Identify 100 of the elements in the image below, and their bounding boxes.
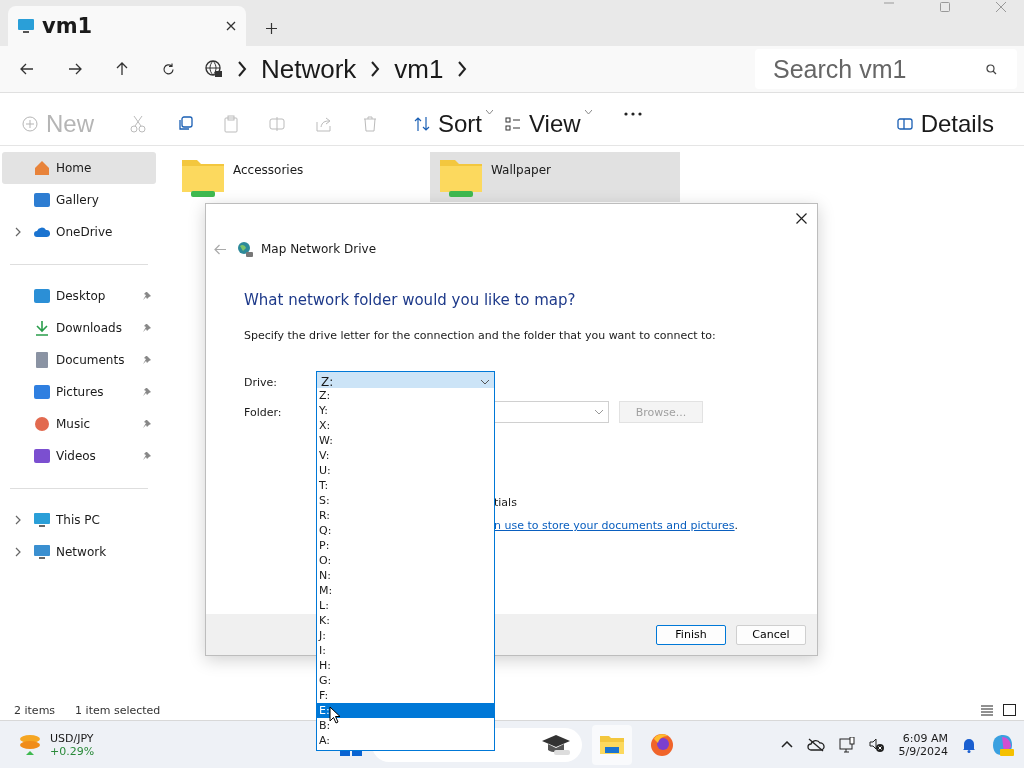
sidebar-item[interactable]: Gallery [2,184,156,216]
drive-option[interactable]: T: [317,478,494,493]
house-icon [34,160,50,176]
drive-option[interactable]: U: [317,463,494,478]
assistant-icon[interactable] [990,732,1014,757]
file-explorer-app[interactable] [592,724,633,765]
dialog-heading: What network folder would you like to map? [244,291,577,309]
sidebar-item[interactable]: Downloads [2,312,156,344]
plus-circle-icon [22,116,38,132]
breadcrumb-item[interactable]: vm1 [394,53,444,85]
forward-arrow-icon[interactable] [68,63,82,75]
folder-tile[interactable]: Accessories [172,152,422,202]
drive-option[interactable]: V: [317,448,494,463]
drive-option[interactable]: N: [317,568,494,583]
chevron-right-icon[interactable] [457,60,468,78]
drive-option[interactable]: B: [317,718,494,733]
desktop-icon [34,288,50,304]
drive-option[interactable]: P: [317,538,494,553]
plus-icon[interactable] [266,23,277,34]
drive-option[interactable]: E: [317,703,494,718]
pin-icon[interactable] [142,323,152,333]
sidebar-item[interactable]: Pictures [2,376,156,408]
dialog-title: Map Network Drive [261,242,377,256]
search-field[interactable]: Search vm1 [755,49,1017,89]
network-drive-icon [237,240,254,258]
folder-tile[interactable]: Wallpaper [430,152,680,202]
fox-globe-icon [650,732,675,757]
drive-option[interactable]: G: [317,673,494,688]
pin-icon[interactable] [142,451,152,461]
finish-button[interactable]: Finish [656,624,726,645]
drive-option[interactable]: J: [317,628,494,643]
up-arrow-icon[interactable] [116,62,128,76]
drive-option[interactable]: R: [317,508,494,523]
chevron-right-icon[interactable] [370,60,381,78]
chevron-down-icon [480,379,490,385]
sidebar-item[interactable]: Home [2,152,156,184]
link[interactable]: n use to store your documents and pictures [494,519,735,532]
video-icon [34,448,50,464]
checkbox-label: tials [494,496,518,509]
sidebar-item[interactable]: Music [2,408,156,440]
chevron-down-icon [594,409,604,415]
pin-icon[interactable] [142,419,152,429]
chevron-up-icon[interactable] [780,741,793,748]
drive-option[interactable]: X: [317,418,494,433]
details-view-icon[interactable] [981,704,993,716]
sidebar-item[interactable]: OneDrive [2,216,156,248]
details-button[interactable]: Details [890,106,1000,142]
breadcrumb-item[interactable]: Network [261,53,357,85]
monitor-icon [34,512,50,528]
drive-option[interactable]: I: [317,643,494,658]
close-icon[interactable] [796,212,807,224]
sidebar-item[interactable]: Videos [2,440,156,472]
globe-icon [205,60,223,78]
item-count: 2 items [14,703,56,717]
instruction-text: Specify the drive letter for the connection and the folder that you want to connect to: [244,329,717,342]
cancel-button[interactable]: Cancel [736,624,806,645]
drive-option[interactable]: K: [317,613,494,628]
panel-icon [896,118,913,130]
document-icon [34,352,50,368]
sidebar-item[interactable]: This PC [2,504,156,536]
drive-option[interactable]: O: [317,553,494,568]
close-icon[interactable] [226,21,236,31]
pin-icon[interactable] [142,291,152,301]
bell-icon[interactable] [962,736,976,753]
sort-button[interactable]: Sort [408,106,500,142]
drive-option[interactable]: M: [317,583,494,598]
pin-icon[interactable] [142,387,152,397]
search-icon [986,64,997,75]
sidebar-item[interactable]: Desktop [2,280,156,312]
download-icon [34,320,50,336]
address-bar[interactable]: Network vm1 [201,49,741,89]
refresh-icon[interactable] [162,62,175,76]
sidebar-item[interactable]: Documents [2,344,156,376]
network-icon[interactable] [838,736,855,753]
sidebar-item[interactable]: Network [2,536,156,568]
drive-option[interactable]: Q: [317,523,494,538]
folder-icon [600,733,625,756]
cloud-off-icon[interactable] [806,737,825,752]
weather-widget[interactable]: USD/JPY +0.29% [18,731,95,758]
copy-icon[interactable] [177,116,193,132]
pin-icon[interactable] [142,355,152,365]
caret-icon [486,110,494,114]
drive-option[interactable]: F: [317,688,494,703]
back-arrow-icon[interactable] [20,63,34,75]
view-button[interactable]: View [499,106,598,142]
clock[interactable]: 6:09 AM 5/9/2024 [898,731,948,758]
more-icon[interactable] [623,112,642,116]
drive-option[interactable]: L: [317,598,494,613]
drive-option[interactable]: H: [317,658,494,673]
speaker-muted-icon[interactable] [868,736,885,753]
window-tab[interactable]: vm1 [8,6,246,46]
tiles-view-icon[interactable] [1003,704,1016,716]
drive-option[interactable]: Y: [317,403,494,418]
drive-option[interactable]: S: [317,493,494,508]
music-icon [34,416,50,432]
clipboard-icon[interactable] [224,115,238,133]
drive-option[interactable]: W: [317,433,494,448]
drive-label: Drive: [244,375,279,389]
drive-option[interactable]: A: [317,733,494,748]
chevron-right-icon[interactable] [237,60,247,78]
